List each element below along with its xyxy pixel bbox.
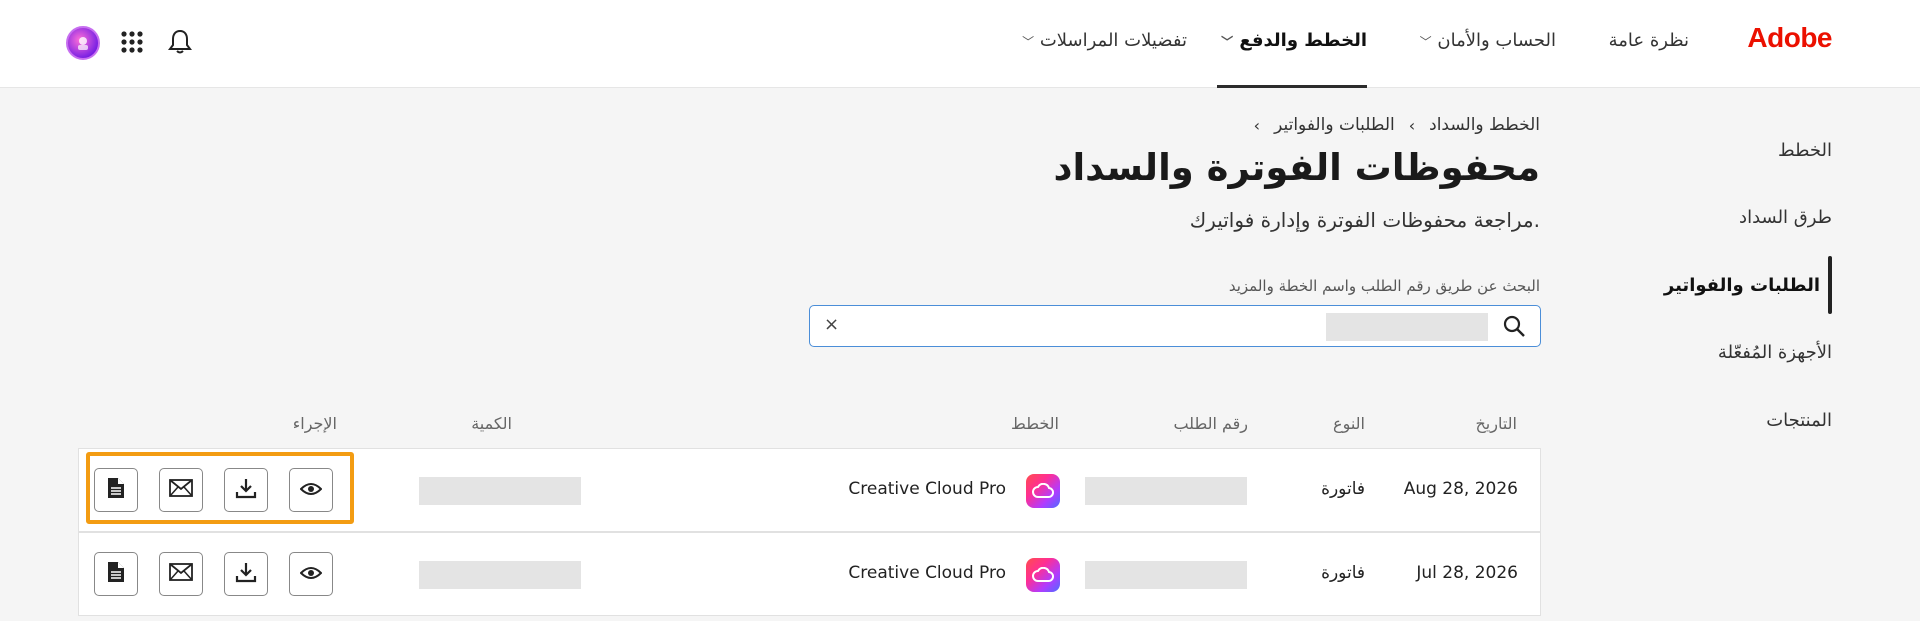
mail-icon <box>169 563 193 585</box>
top-navigation-bar: Adobe نظرة عامة ﹀ الحساب والأمان ﹀ الخطط… <box>0 0 1920 88</box>
sidebar-item-orders-invoices[interactable]: الطلبات والفواتير <box>1664 275 1820 296</box>
clear-search-button[interactable]: × <box>824 314 839 335</box>
nav-overview[interactable]: نظرة عامة <box>1609 30 1689 88</box>
row-date: Aug 28, 2026 <box>1403 479 1518 499</box>
redacted-search-value <box>1326 313 1488 341</box>
chevron-down-icon: ﹀ <box>1221 35 1234 49</box>
chevron-down-icon: ﹀ <box>1419 35 1432 49</box>
apps-grid-icon[interactable] <box>116 26 148 58</box>
avatar[interactable] <box>66 26 100 60</box>
download-icon <box>235 561 257 587</box>
bell-icon[interactable] <box>164 26 196 58</box>
chevron-left-icon: ‹ <box>1408 115 1416 135</box>
active-indicator <box>1828 256 1832 314</box>
eye-icon <box>299 565 323 584</box>
action-highlight-outline <box>86 452 354 524</box>
nav-communication-preferences[interactable]: ﹀ تفضيلات المراسلات <box>1018 30 1187 88</box>
page-subtitle: مراجعة محفوظات الفوترة وإدارة فواتيرك. <box>1189 208 1540 232</box>
nav-overview-label: نظرة عامة <box>1608 30 1689 51</box>
nav-plans-payment-label: الخطط والدفع <box>1239 30 1367 51</box>
sidebar-item-products[interactable]: المنتجات <box>1766 410 1832 431</box>
row-type: فاتورة <box>1321 479 1365 499</box>
sidebar-item-activated-devices[interactable]: الأجهزة المُفعّلة <box>1718 342 1832 363</box>
column-header-amount: الكمية <box>471 414 512 433</box>
breadcrumb-orders-invoices[interactable]: الطلبات والفواتير <box>1274 115 1395 135</box>
breadcrumb-plans-payment[interactable]: الخطط والسداد <box>1429 115 1540 135</box>
email-button[interactable] <box>159 552 203 596</box>
redacted-order-number <box>1085 561 1247 589</box>
column-header-order-number: رقم الطلب <box>1173 414 1248 433</box>
chevron-down-icon: ﹀ <box>1022 35 1035 49</box>
sidebar-item-label: الطلبات والفواتير <box>1663 275 1820 296</box>
redacted-amount <box>419 477 581 505</box>
document-icon <box>107 561 125 587</box>
creative-cloud-icon <box>1026 474 1060 508</box>
sidebar-item-payment-methods[interactable]: طرق السداد <box>1739 207 1832 228</box>
row-plan-name: Creative Cloud Pro <box>848 479 1006 499</box>
sidebar-item-plans[interactable]: الخطط <box>1778 140 1832 161</box>
redacted-order-number <box>1085 477 1247 505</box>
search-icon[interactable] <box>1502 314 1526 342</box>
search-label: البحث عن طريق رقم الطلب واسم الخطة والمز… <box>1228 277 1540 295</box>
breadcrumb: الخطط والسداد ‹ الطلبات والفواتير ‹ <box>1254 115 1540 135</box>
sidebar-item-label: المنتجات <box>1766 410 1832 431</box>
nav-communication-label: تفضيلات المراسلات <box>1039 30 1187 51</box>
nav-account-security-label: الحساب والأمان <box>1437 30 1556 51</box>
chevron-left-icon: ‹ <box>1253 115 1261 135</box>
sidebar-item-label: طرق السداد <box>1739 207 1832 228</box>
row-date: Jul 28, 2026 <box>1416 563 1518 583</box>
download-button[interactable] <box>224 552 268 596</box>
sidebar-item-label: الخطط <box>1778 140 1832 161</box>
column-header-action: الإجراء <box>292 414 337 433</box>
row-type: فاتورة <box>1321 563 1365 583</box>
nav-account-security[interactable]: ﹀ الحساب والأمان <box>1416 30 1556 88</box>
table-row: Jul 28, 2026 فاتورة Creative Cloud Pro <box>78 532 1541 616</box>
column-header-type: النوع <box>1333 414 1365 433</box>
document-button[interactable] <box>94 552 138 596</box>
redacted-amount <box>419 561 581 589</box>
column-header-plan: الخطط <box>1011 414 1059 433</box>
search-input[interactable]: × <box>809 305 1541 347</box>
page-title: محفوظات الفوترة والسداد <box>1053 146 1540 189</box>
column-header-date: التاريخ <box>1475 414 1517 433</box>
sidebar-item-label: الأجهزة المُفعّلة <box>1717 342 1832 363</box>
nav-plans-payment[interactable]: ﹀ الخطط والدفع <box>1217 30 1367 88</box>
adobe-logo[interactable]: Adobe <box>1747 22 1832 54</box>
view-button[interactable] <box>289 552 333 596</box>
row-plan-name: Creative Cloud Pro <box>848 563 1006 583</box>
creative-cloud-icon <box>1026 558 1060 592</box>
